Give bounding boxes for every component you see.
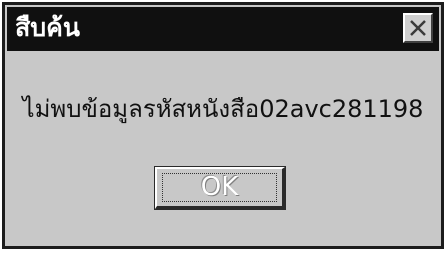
ok-button[interactable]: OK <box>154 166 286 210</box>
dialog-title: สืบค้น <box>15 13 80 42</box>
message-dialog: สืบค้น ไม่พบข้อมูลรหัสหนังสือ02avc281198… <box>2 2 444 249</box>
title-bar[interactable]: สืบค้น <box>7 7 439 51</box>
close-button[interactable] <box>403 13 433 43</box>
dialog-message: ไม่พบข้อมูลรหัสหนังสือ02avc281198 <box>22 95 424 123</box>
ok-button-label: OK <box>200 172 239 202</box>
